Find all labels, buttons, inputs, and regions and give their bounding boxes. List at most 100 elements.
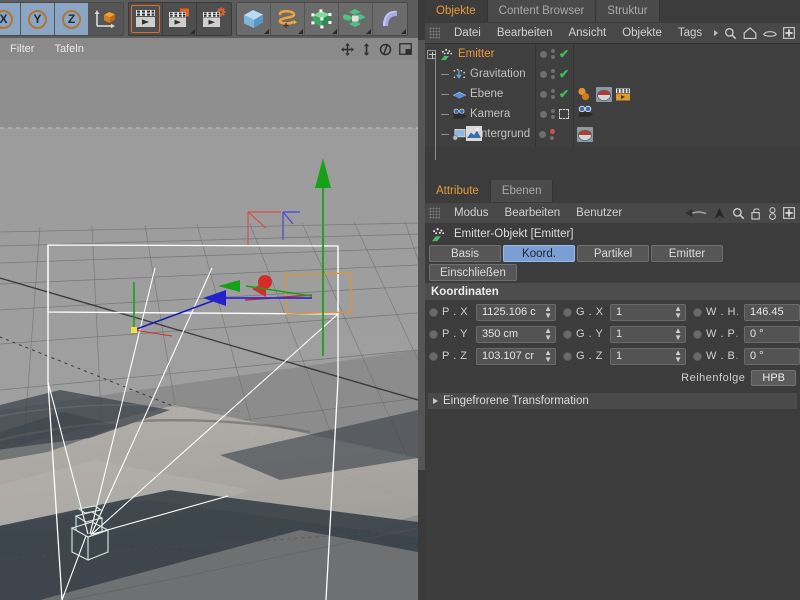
plus-box-icon[interactable] bbox=[783, 27, 795, 39]
panel-grip-icon[interactable] bbox=[429, 207, 440, 219]
gx-spinner[interactable]: ▲ ▼ bbox=[674, 305, 682, 320]
tab-emitter[interactable]: Emitter bbox=[651, 245, 723, 262]
menu-bearbeiten[interactable]: Bearbeiten bbox=[489, 27, 561, 39]
viewport-scrollbar[interactable] bbox=[418, 40, 425, 470]
gy-spinner[interactable]: ▲ ▼ bbox=[674, 327, 682, 342]
plus-box-icon[interactable] bbox=[783, 207, 795, 219]
panels-menu[interactable]: Tafeln bbox=[54, 43, 83, 55]
tab-basis[interactable]: Basis bbox=[429, 245, 501, 262]
tab-partikel[interactable]: Partikel bbox=[577, 245, 649, 262]
vis-row[interactable] bbox=[536, 104, 573, 124]
frozen-transform-section[interactable]: Eingefrorene Transformation bbox=[428, 393, 797, 409]
camera-tag[interactable] bbox=[577, 105, 593, 120]
visibility-dot[interactable] bbox=[539, 50, 547, 58]
layout-icon[interactable] bbox=[399, 43, 412, 55]
enabled-check-icon[interactable]: ✔ bbox=[559, 88, 569, 100]
tab-struktur[interactable]: Struktur bbox=[596, 0, 660, 22]
gx-radio[interactable] bbox=[563, 307, 572, 317]
points-mode-button[interactable] bbox=[305, 3, 339, 35]
perspective-viewport[interactable] bbox=[0, 60, 418, 600]
px-radio[interactable] bbox=[429, 307, 438, 317]
enabled-check-icon[interactable]: ✔ bbox=[559, 48, 569, 60]
tag-row[interactable] bbox=[574, 124, 800, 144]
search-icon[interactable] bbox=[724, 27, 737, 40]
visibility-dot[interactable] bbox=[540, 110, 547, 118]
menu-tags[interactable]: Tags bbox=[670, 27, 710, 39]
menu-objekte[interactable]: Objekte bbox=[614, 27, 670, 39]
tab-attribute[interactable]: Attribute bbox=[425, 180, 491, 202]
axis-x-button[interactable]: X bbox=[0, 3, 21, 35]
tree-row-kamera[interactable]: Kamera bbox=[425, 104, 535, 124]
material-tag[interactable] bbox=[577, 87, 593, 102]
gy-radio[interactable] bbox=[563, 329, 572, 339]
gy-field[interactable]: 1 ▲ ▼ bbox=[610, 325, 686, 343]
tab-einschliessen[interactable]: Einschließen bbox=[429, 264, 517, 281]
py-radio[interactable] bbox=[429, 329, 438, 339]
scale-icon[interactable] bbox=[361, 42, 372, 56]
menu-overflow-icon[interactable] bbox=[714, 30, 719, 36]
wb-radio[interactable] bbox=[693, 351, 702, 361]
animation-tag[interactable] bbox=[615, 87, 631, 102]
object-axis-button[interactable] bbox=[89, 3, 123, 35]
tab-ebenen[interactable]: Ebenen bbox=[490, 180, 554, 202]
wh-field[interactable]: 146.45 bbox=[744, 303, 800, 321]
tab-objekte[interactable]: Objekte bbox=[425, 0, 488, 22]
pz-spinner[interactable]: ▲ ▼ bbox=[544, 349, 552, 364]
bend-deformer-button[interactable] bbox=[373, 3, 407, 35]
eye-icon[interactable] bbox=[763, 29, 777, 38]
back-arrow-icon[interactable] bbox=[685, 207, 707, 219]
tree-row-gravitation[interactable]: Gravitation bbox=[425, 64, 535, 84]
editor-render-dots[interactable] bbox=[551, 109, 555, 119]
lock-open-icon[interactable] bbox=[751, 207, 762, 220]
editor-render-dots[interactable] bbox=[550, 89, 555, 99]
up-arrow-icon[interactable] bbox=[713, 207, 726, 220]
vis-row[interactable]: ✔ bbox=[536, 64, 573, 84]
filter-menu[interactable]: Filter bbox=[10, 43, 34, 55]
rotation-order-dropdown[interactable]: HPB bbox=[751, 370, 796, 386]
vis-row[interactable] bbox=[536, 124, 573, 144]
panel-grip-icon[interactable] bbox=[429, 27, 440, 39]
tab-koord[interactable]: Koord. bbox=[503, 245, 575, 262]
menu-modus[interactable]: Modus bbox=[446, 207, 497, 219]
visibility-dot[interactable] bbox=[539, 130, 547, 138]
polygon-cluster-button[interactable] bbox=[339, 3, 373, 35]
editor-render-dots[interactable] bbox=[549, 128, 555, 140]
editor-render-dots[interactable] bbox=[550, 49, 555, 59]
vis-row[interactable]: ✔ bbox=[536, 84, 573, 104]
texture-tag[interactable] bbox=[577, 126, 593, 142]
px-field[interactable]: 1125.106 c ▲ ▼ bbox=[476, 303, 556, 321]
twist-deformer-button[interactable] bbox=[271, 3, 305, 35]
record-keyframe-button[interactable] bbox=[163, 3, 197, 35]
vis-row[interactable]: ✔ bbox=[536, 44, 573, 64]
autokey-settings-button[interactable] bbox=[197, 3, 231, 35]
tab-content-browser[interactable]: Content Browser bbox=[487, 0, 597, 22]
gz-field[interactable]: 1 ▲ ▼ bbox=[610, 347, 686, 365]
axis-z-button[interactable]: Z bbox=[55, 3, 89, 35]
tree-row-emitter[interactable]: Emitter bbox=[425, 44, 535, 64]
wh-radio[interactable] bbox=[693, 307, 702, 317]
link-icon[interactable] bbox=[768, 206, 777, 220]
tree-row-ebene[interactable]: Ebene bbox=[425, 84, 535, 104]
menu-ansicht[interactable]: Ansicht bbox=[560, 27, 614, 39]
play-animation-button[interactable] bbox=[129, 3, 163, 35]
chevron-right-icon[interactable] bbox=[433, 398, 438, 404]
menu-datei[interactable]: Datei bbox=[446, 27, 489, 39]
gx-field[interactable]: 1 ▲ ▼ bbox=[610, 303, 686, 321]
py-field[interactable]: 350 cm ▲ ▼ bbox=[476, 325, 556, 343]
enabled-check-icon[interactable]: ✔ bbox=[559, 68, 569, 80]
tag-row[interactable] bbox=[574, 44, 800, 64]
protection-tag[interactable] bbox=[466, 126, 482, 141]
wp-radio[interactable] bbox=[693, 329, 702, 339]
py-spinner[interactable]: ▲ ▼ bbox=[544, 327, 552, 342]
visibility-dot[interactable] bbox=[539, 90, 547, 98]
active-camera-icon[interactable] bbox=[559, 109, 569, 119]
editor-render-dots[interactable] bbox=[550, 69, 555, 79]
wp-field[interactable]: 0 ° bbox=[744, 325, 800, 343]
texture-tag[interactable] bbox=[596, 86, 612, 102]
gz-radio[interactable] bbox=[563, 351, 572, 361]
axis-y-button[interactable]: Y bbox=[21, 3, 55, 35]
search-icon[interactable] bbox=[732, 207, 745, 220]
gz-spinner[interactable]: ▲ ▼ bbox=[674, 349, 682, 364]
px-spinner[interactable]: ▲ ▼ bbox=[544, 305, 552, 320]
wb-field[interactable]: 0 ° bbox=[744, 347, 800, 365]
